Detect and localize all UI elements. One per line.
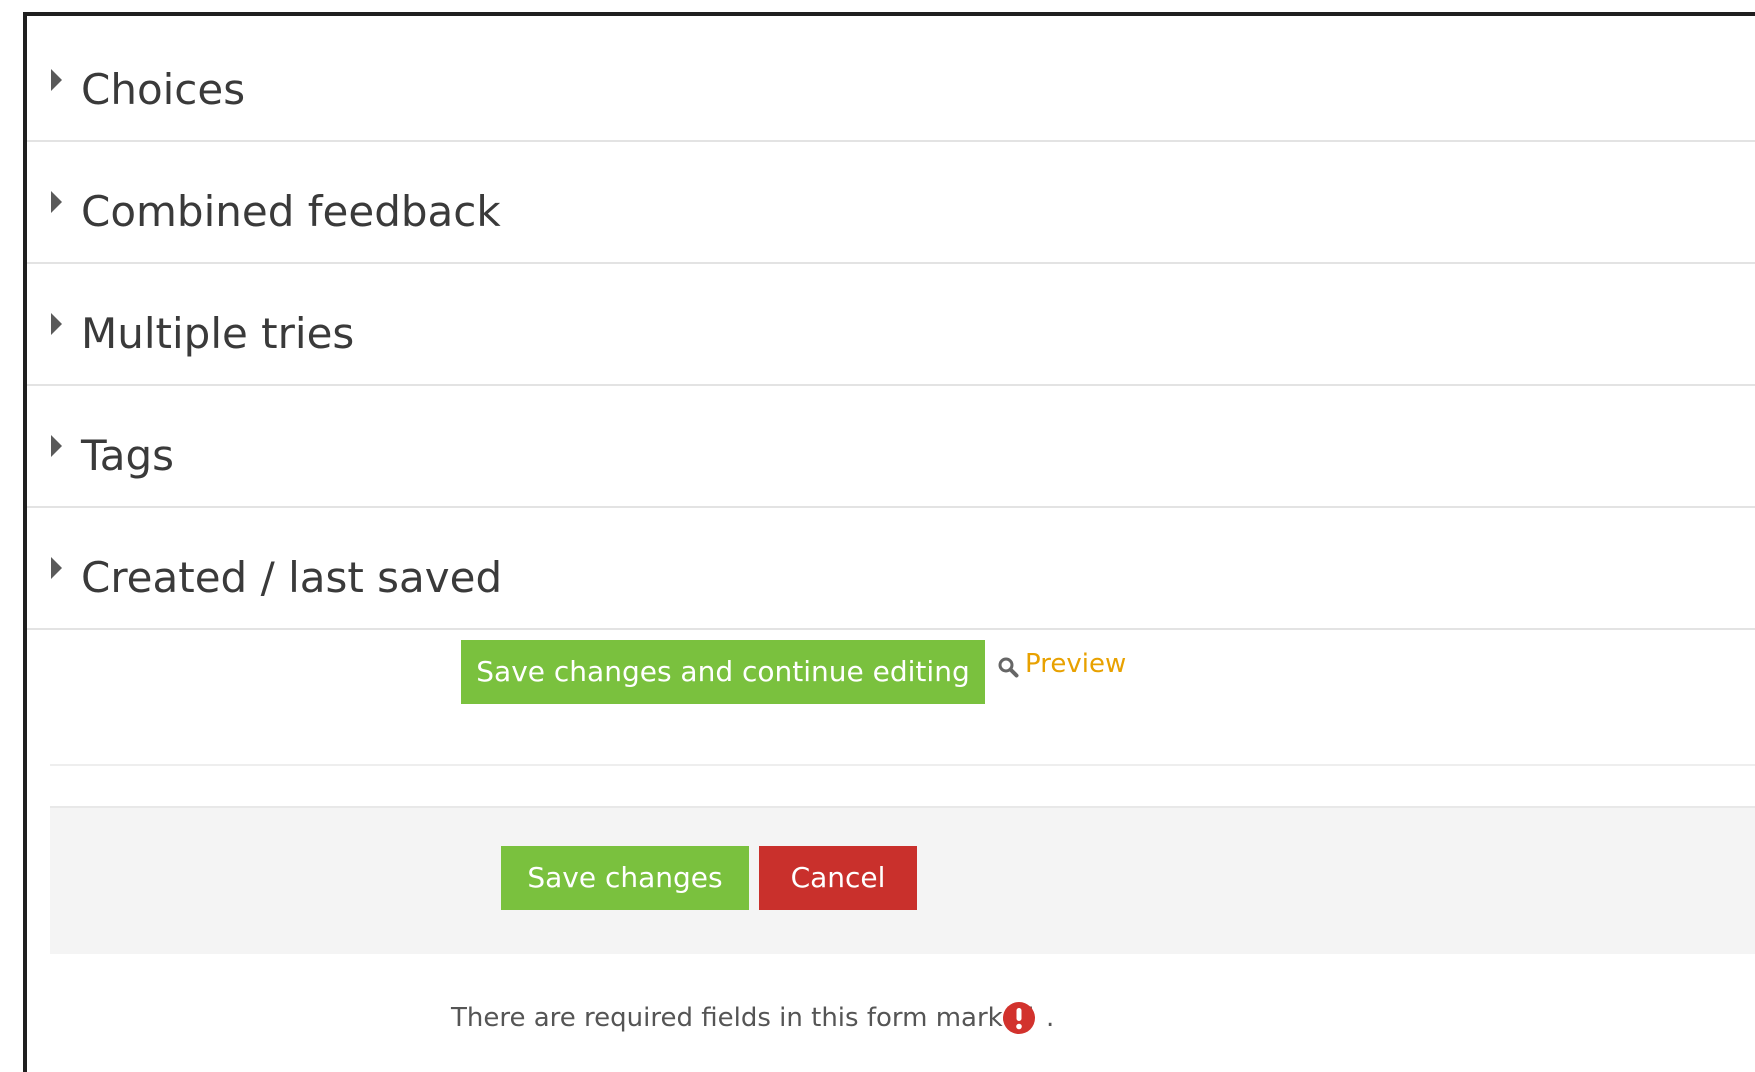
exclamation-circle-icon — [1003, 1002, 1035, 1034]
caret-right-icon — [51, 191, 62, 213]
search-icon[interactable] — [997, 656, 1019, 678]
section-title: Tags — [81, 431, 174, 480]
divider — [50, 764, 1755, 766]
cancel-button[interactable]: Cancel — [759, 846, 917, 910]
section-multiple-tries[interactable]: Multiple tries — [27, 264, 1755, 386]
required-note-period: . — [1046, 1003, 1055, 1033]
section-title: Combined feedback — [81, 187, 501, 236]
save-continue-button[interactable]: Save changes and continue editing — [461, 640, 985, 704]
caret-right-icon — [51, 435, 62, 457]
section-combined-feedback[interactable]: Combined feedback — [27, 142, 1755, 264]
section-title: Choices — [81, 65, 246, 114]
caret-right-icon — [51, 313, 62, 335]
section-title: Multiple tries — [81, 309, 355, 358]
caret-right-icon — [51, 69, 62, 91]
save-button[interactable]: Save changes — [501, 846, 749, 910]
section-tags[interactable]: Tags — [27, 386, 1755, 508]
caret-right-icon — [51, 557, 62, 579]
section-choices[interactable]: Choices — [27, 20, 1755, 142]
section-created-last-saved[interactable]: Created / last saved — [27, 508, 1755, 630]
required-fields-note: There are required fields in this form m… — [451, 1003, 1035, 1033]
section-title: Created / last saved — [81, 553, 503, 602]
preview-link[interactable]: Preview — [1025, 646, 1126, 682]
